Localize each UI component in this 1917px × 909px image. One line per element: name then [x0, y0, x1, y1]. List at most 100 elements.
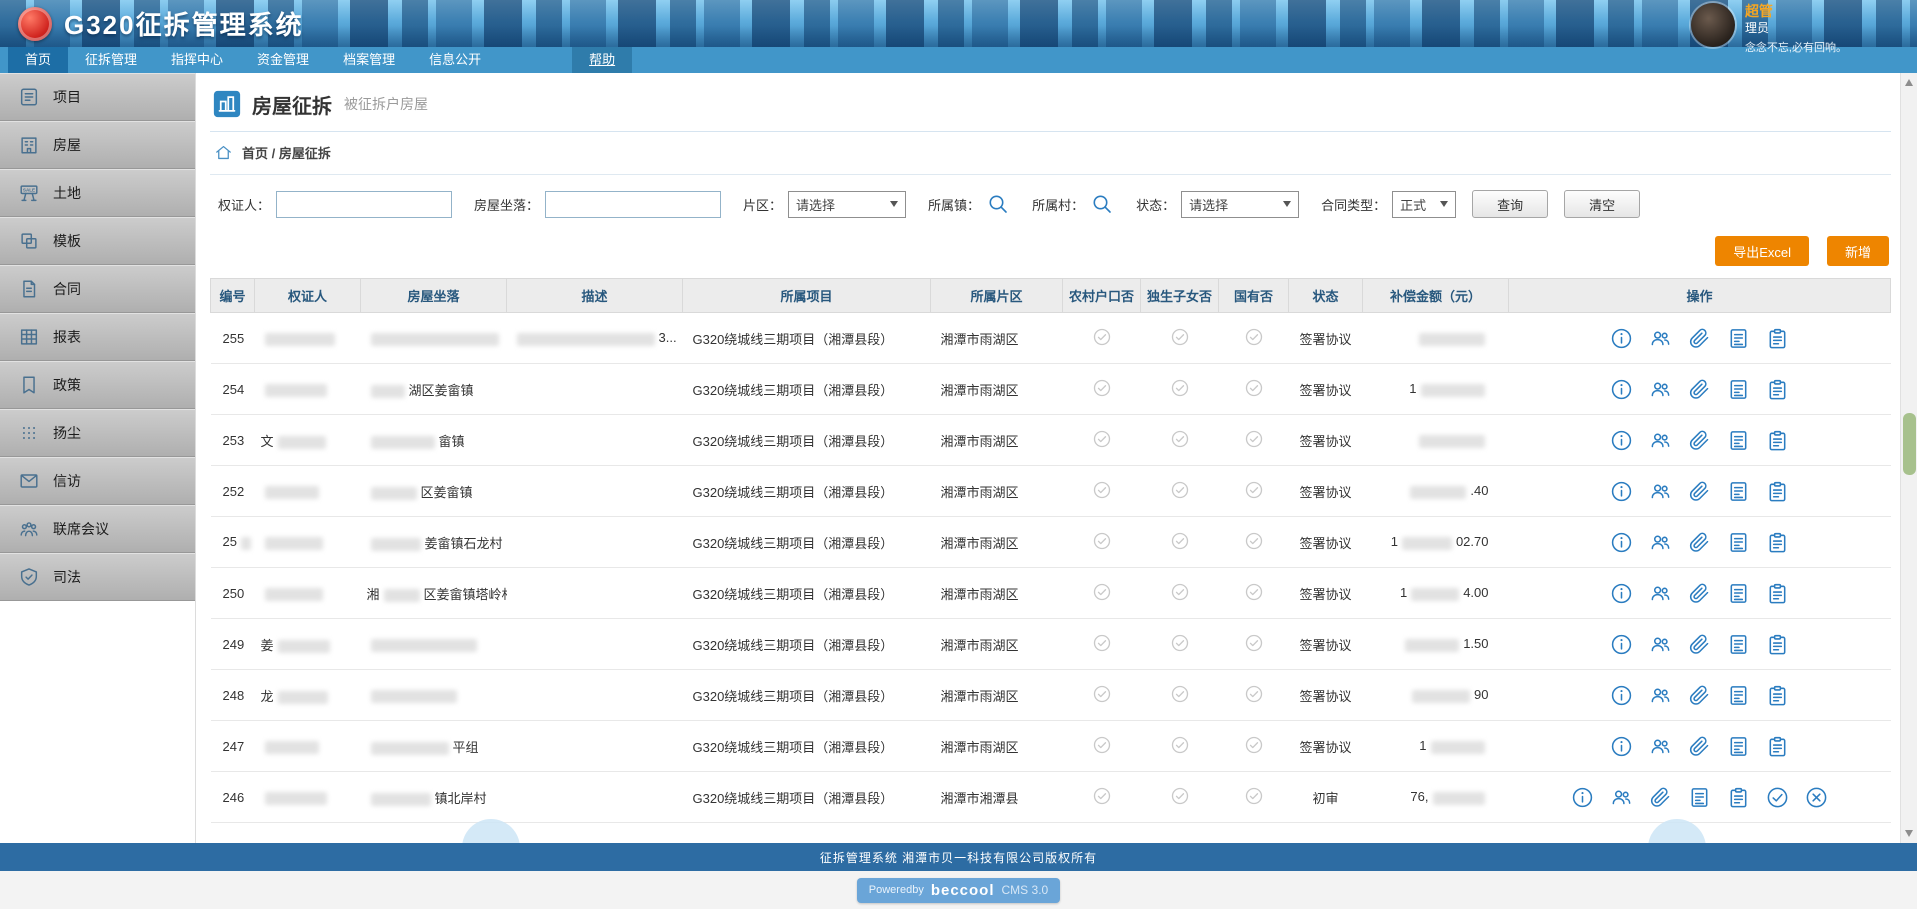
- attachment-icon[interactable]: [1688, 633, 1711, 656]
- clipboard-icon[interactable]: [1766, 582, 1789, 605]
- form-icon[interactable]: [1727, 327, 1750, 350]
- approve-icon[interactable]: [1766, 786, 1789, 809]
- sidebar-item-9[interactable]: 联席会议: [0, 505, 195, 553]
- info-icon[interactable]: [1610, 531, 1633, 554]
- info-icon[interactable]: [1610, 429, 1633, 452]
- attachment-icon[interactable]: [1688, 735, 1711, 758]
- form-icon[interactable]: [1727, 582, 1750, 605]
- column-header-3[interactable]: 描述: [507, 279, 683, 313]
- nav-item-0[interactable]: 首页: [8, 47, 68, 73]
- sidebar-item-8[interactable]: 信访: [0, 457, 195, 505]
- sidebar-item-3[interactable]: 模板: [0, 217, 195, 265]
- contract-type-select[interactable]: 正式: [1392, 191, 1456, 218]
- form-icon[interactable]: [1727, 378, 1750, 401]
- village-search-icon[interactable]: [1090, 192, 1114, 216]
- nav-item-1[interactable]: 征拆管理: [68, 47, 154, 73]
- column-header-9[interactable]: 状态: [1289, 279, 1363, 313]
- info-icon[interactable]: [1610, 735, 1633, 758]
- scroll-down-arrow-icon[interactable]: [1905, 830, 1913, 837]
- nav-item-6[interactable]: 帮助: [572, 47, 632, 73]
- clipboard-icon[interactable]: [1766, 633, 1789, 656]
- form-icon[interactable]: [1727, 429, 1750, 452]
- nav-item-3[interactable]: 资金管理: [240, 47, 326, 73]
- user-panel[interactable]: 超管 理员 念念不忘,必有回响。: [1691, 3, 1847, 55]
- breadcrumb-text[interactable]: 首页 / 房屋征拆: [242, 143, 331, 162]
- column-header-6[interactable]: 农村户口否: [1063, 279, 1141, 313]
- clipboard-icon[interactable]: [1766, 429, 1789, 452]
- sidebar-item-10[interactable]: 司法: [0, 553, 195, 601]
- column-header-7[interactable]: 独生子女否: [1141, 279, 1219, 313]
- clipboard-icon[interactable]: [1766, 684, 1789, 707]
- column-header-10[interactable]: 补偿金额（元）: [1363, 279, 1509, 313]
- clipboard-icon[interactable]: [1727, 786, 1750, 809]
- attachment-icon[interactable]: [1688, 684, 1711, 707]
- owner-filter-input[interactable]: [276, 191, 452, 218]
- sidebar-item-6[interactable]: 政策: [0, 361, 195, 409]
- table-row[interactable]: 248龙G320绕城线三期项目（湘潭县段）湘潭市雨湖区签署协议90: [211, 670, 1891, 721]
- column-header-0[interactable]: 编号: [211, 279, 255, 313]
- avatar[interactable]: [1691, 3, 1735, 47]
- form-icon[interactable]: [1727, 480, 1750, 503]
- members-icon[interactable]: [1649, 480, 1672, 503]
- query-button[interactable]: 查询: [1472, 190, 1548, 218]
- info-icon[interactable]: [1610, 684, 1633, 707]
- sidebar-item-5[interactable]: 报表: [0, 313, 195, 361]
- table-row[interactable]: 254湖区姜畲镇G320绕城线三期项目（湘潭县段）湘潭市雨湖区签署协议1: [211, 364, 1891, 415]
- table-row[interactable]: 246镇北岸村G320绕城线三期项目（湘潭县段）湘潭市湘潭县初审76,: [211, 772, 1891, 823]
- reject-icon[interactable]: [1805, 786, 1828, 809]
- members-icon[interactable]: [1649, 684, 1672, 707]
- vertical-scrollbar[interactable]: [1900, 73, 1917, 843]
- column-header-5[interactable]: 所属片区: [931, 279, 1063, 313]
- attachment-icon[interactable]: [1688, 531, 1711, 554]
- info-icon[interactable]: [1610, 480, 1633, 503]
- members-icon[interactable]: [1649, 429, 1672, 452]
- sidebar-item-0[interactable]: 项目: [0, 73, 195, 121]
- form-icon[interactable]: [1727, 684, 1750, 707]
- form-icon[interactable]: [1727, 735, 1750, 758]
- clear-button[interactable]: 清空: [1564, 190, 1640, 218]
- members-icon[interactable]: [1649, 531, 1672, 554]
- table-row[interactable]: 2553...G320绕城线三期项目（湘潭县段）湘潭市雨湖区签署协议: [211, 313, 1891, 364]
- table-row[interactable]: 249姜G320绕城线三期项目（湘潭县段）湘潭市雨湖区签署协议1.50: [211, 619, 1891, 670]
- attachment-icon[interactable]: [1688, 378, 1711, 401]
- clipboard-icon[interactable]: [1766, 531, 1789, 554]
- info-icon[interactable]: [1571, 786, 1594, 809]
- info-icon[interactable]: [1610, 582, 1633, 605]
- table-row[interactable]: 25姜畲镇石龙村G320绕城线三期项目（湘潭县段）湘潭市雨湖区签署协议102.7…: [211, 517, 1891, 568]
- column-header-2[interactable]: 房屋坐落: [361, 279, 507, 313]
- members-icon[interactable]: [1649, 378, 1672, 401]
- members-icon[interactable]: [1649, 633, 1672, 656]
- members-icon[interactable]: [1649, 327, 1672, 350]
- attachment-icon[interactable]: [1688, 429, 1711, 452]
- info-icon[interactable]: [1610, 327, 1633, 350]
- clipboard-icon[interactable]: [1766, 327, 1789, 350]
- export-excel-button[interactable]: 导出Excel: [1715, 236, 1809, 266]
- address-filter-input[interactable]: [545, 191, 721, 218]
- table-row[interactable]: 247平组G320绕城线三期项目（湘潭县段）湘潭市雨湖区签署协议1: [211, 721, 1891, 772]
- scrollbar-thumb[interactable]: [1903, 413, 1916, 475]
- add-button[interactable]: 新增: [1827, 236, 1889, 266]
- column-header-1[interactable]: 权证人: [255, 279, 361, 313]
- table-row[interactable]: 253文畲镇G320绕城线三期项目（湘潭县段）湘潭市雨湖区签署协议: [211, 415, 1891, 466]
- scroll-up-arrow-icon[interactable]: [1905, 79, 1913, 86]
- attachment-icon[interactable]: [1688, 582, 1711, 605]
- sidebar-item-7[interactable]: 扬尘: [0, 409, 195, 457]
- clipboard-icon[interactable]: [1766, 735, 1789, 758]
- form-icon[interactable]: [1727, 633, 1750, 656]
- column-header-11[interactable]: 操作: [1509, 279, 1891, 313]
- sidebar-item-4[interactable]: 合同: [0, 265, 195, 313]
- info-icon[interactable]: [1610, 633, 1633, 656]
- info-icon[interactable]: [1610, 378, 1633, 401]
- nav-item-5[interactable]: 信息公开: [412, 47, 498, 73]
- members-icon[interactable]: [1649, 582, 1672, 605]
- members-icon[interactable]: [1649, 735, 1672, 758]
- clipboard-icon[interactable]: [1766, 378, 1789, 401]
- form-icon[interactable]: [1727, 531, 1750, 554]
- sidebar-item-2[interactable]: SALE土地: [0, 169, 195, 217]
- nav-item-2[interactable]: 指挥中心: [154, 47, 240, 73]
- column-header-4[interactable]: 所属项目: [683, 279, 931, 313]
- table-row[interactable]: 250湘区姜畲镇塔岭村G320绕城线三期项目（湘潭县段）湘潭市雨湖区签署协议14…: [211, 568, 1891, 619]
- sidebar-item-1[interactable]: 房屋: [0, 121, 195, 169]
- column-header-8[interactable]: 国有否: [1219, 279, 1289, 313]
- table-row[interactable]: 252区姜畲镇G320绕城线三期项目（湘潭县段）湘潭市雨湖区签署协议.40: [211, 466, 1891, 517]
